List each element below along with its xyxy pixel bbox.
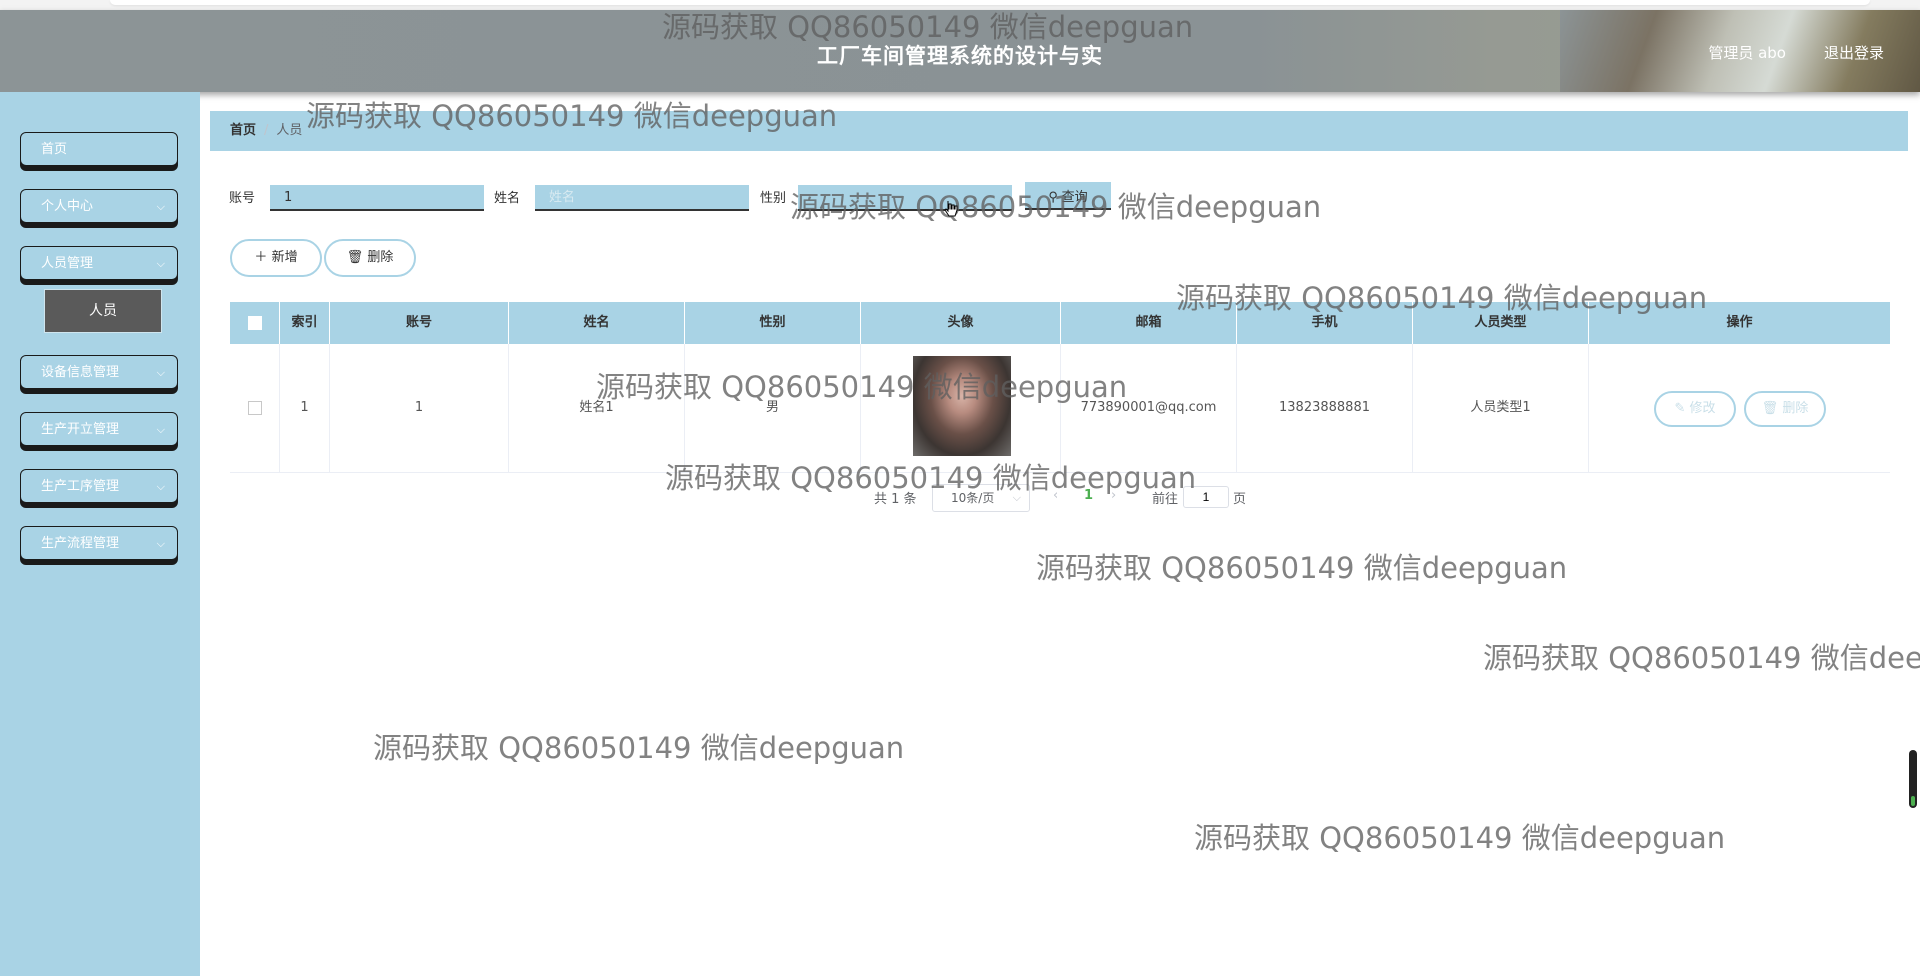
- chevron-down-icon: ⌵: [156, 200, 165, 213]
- cell-name: 姓名1: [509, 344, 685, 472]
- table-header: 索引 账号 姓名 性别 头像 邮箱 手机 人员类型 操作: [230, 302, 1890, 344]
- gender-label: 性别: [760, 191, 787, 206]
- col-account: 账号: [330, 302, 509, 344]
- sidebar-item-label: 生产流程管理: [41, 536, 120, 551]
- page-size-label: 10条/页: [951, 491, 995, 505]
- next-page-icon[interactable]: ›: [1111, 488, 1116, 503]
- chevron-down-icon: ⌵: [156, 537, 165, 550]
- page-size-select[interactable]: 10条/页 ⌵: [932, 484, 1030, 512]
- col-email: 邮箱: [1061, 302, 1237, 344]
- sidebar-item-label: 人员管理: [41, 256, 94, 271]
- chevron-down-icon: ⌵: [156, 480, 165, 493]
- app-title: 工厂车间管理系统的设计与实: [817, 44, 1103, 68]
- batch-delete-button[interactable]: 🗑 删除: [324, 239, 416, 277]
- edit-button[interactable]: ✎ 修改: [1654, 391, 1736, 427]
- col-type: 人员类型: [1413, 302, 1589, 344]
- col-actions: 操作: [1726, 315, 1753, 330]
- col-index: 索引: [280, 302, 330, 344]
- watermark: 源码获取 QQ86050149 微信deepguan: [1483, 641, 1920, 675]
- chevron-down-icon: ⌵: [156, 257, 165, 270]
- cell-actions: [1589, 344, 1890, 472]
- sidebar-item-production-process-step[interactable]: 生产工序管理 ⌵: [20, 469, 178, 503]
- add-button[interactable]: ＋ 新增: [230, 239, 322, 277]
- watermark: 源码获取 QQ86050149 微信deepguan: [1036, 551, 1568, 585]
- page-number-current[interactable]: 1: [1084, 488, 1093, 503]
- row-select-cell: [230, 344, 280, 472]
- cell-gender: 男: [685, 344, 861, 472]
- breadcrumb-current: 人员: [276, 123, 303, 138]
- col-name: 姓名: [509, 302, 685, 344]
- scrollbar[interactable]: [1909, 750, 1917, 808]
- cell-account: 1: [330, 344, 509, 472]
- query-button-label: 查询: [1061, 188, 1088, 204]
- select-all-checkbox[interactable]: [247, 315, 262, 330]
- avatar: [913, 356, 1011, 456]
- search-icon: ⚲: [1048, 188, 1058, 204]
- sidebar-item-staff-management[interactable]: 人员管理 ⌵: [20, 246, 178, 280]
- sidebar-item-label: 个人中心: [41, 199, 94, 214]
- cell-email: 773890001@qq.com: [1061, 344, 1237, 472]
- select-all-cell: [230, 302, 280, 344]
- edit-icon: ✎: [1674, 401, 1686, 416]
- chevron-down-icon: ⌵: [156, 423, 165, 436]
- watermark: 源码获取 QQ86050149 微信deepguan: [373, 731, 905, 765]
- prev-page-icon[interactable]: ‹: [1053, 488, 1058, 503]
- browser-top-strip: [0, 0, 1920, 10]
- row-delete-button-label: 删除: [1782, 401, 1809, 416]
- sidebar-subitem-staff[interactable]: 人员: [44, 289, 162, 333]
- sidebar-item-production-opening[interactable]: 生产开立管理 ⌵: [20, 412, 178, 446]
- logout-link[interactable]: 退出登录: [1824, 42, 1884, 63]
- goto-page-input[interactable]: [1183, 486, 1229, 508]
- breadcrumb-separator: /: [264, 123, 269, 138]
- cell-type: 人员类型1: [1413, 344, 1589, 472]
- current-user: 管理员 abo: [1708, 44, 1786, 62]
- breadcrumb-home[interactable]: 首页: [230, 123, 256, 138]
- chevron-down-icon: ⌵: [156, 366, 165, 379]
- col-gender: 性别: [685, 302, 861, 344]
- cell-index: 1: [280, 344, 330, 472]
- name-label: 姓名: [494, 191, 521, 206]
- sidebar-item-label: 生产开立管理: [41, 422, 120, 437]
- sidebar-item-label: 设备信息管理: [41, 365, 120, 380]
- sidebar-item-personal-center[interactable]: 个人中心 ⌵: [20, 189, 178, 223]
- row-delete-button[interactable]: 🗑 删除: [1744, 391, 1826, 427]
- col-phone: 手机: [1237, 302, 1413, 344]
- plus-icon: ＋: [254, 250, 268, 265]
- name-input[interactable]: [535, 185, 749, 211]
- delete-button-label: 删除: [367, 250, 394, 265]
- account-input[interactable]: [270, 185, 484, 211]
- goto-label: 前往: [1152, 492, 1179, 507]
- sidebar-item-label: 首页: [41, 142, 68, 157]
- chevron-down-icon: ⌵: [1012, 491, 1021, 504]
- sidebar: 首页 个人中心 ⌵ 人员管理 ⌵ 人员 设备信息管理 ⌵ 生产开立管理 ⌵ 生产工序管理…: [0, 92, 200, 976]
- edit-button-label: 修改: [1689, 401, 1716, 416]
- gender-select[interactable]: [798, 185, 1012, 211]
- watermark: 源码获取 QQ86050149 微信deepguan: [1194, 821, 1726, 855]
- pointer-cursor-icon: [944, 201, 958, 217]
- account-label: 账号: [229, 191, 256, 206]
- query-button[interactable]: ⚲ 查询: [1025, 182, 1111, 210]
- add-button-label: 新增: [271, 250, 298, 265]
- pagination-total: 共 1 条: [874, 492, 917, 507]
- sidebar-item-label: 生产工序管理: [41, 479, 120, 494]
- sidebar-item-production-flow[interactable]: 生产流程管理 ⌵: [20, 526, 178, 560]
- trash-icon: 🗑: [1761, 401, 1779, 416]
- sidebar-item-equipment[interactable]: 设备信息管理 ⌵: [20, 355, 178, 389]
- page-suffix-label: 页: [1233, 492, 1247, 507]
- col-avatar: 头像: [861, 302, 1061, 344]
- breadcrumb: 首页 / 人员: [210, 111, 1908, 151]
- cell-phone: 13823888881: [1237, 344, 1413, 472]
- row-checkbox[interactable]: [247, 400, 262, 415]
- sidebar-item-home[interactable]: 首页: [20, 132, 178, 166]
- top-header: 工厂车间管理系统的设计与实 管理员 abo 退出登录: [0, 10, 1920, 92]
- trash-icon: 🗑: [346, 250, 364, 265]
- table-row: 1 1 姓名1 男 773890001@qq.com 13823888881 人…: [230, 344, 1890, 473]
